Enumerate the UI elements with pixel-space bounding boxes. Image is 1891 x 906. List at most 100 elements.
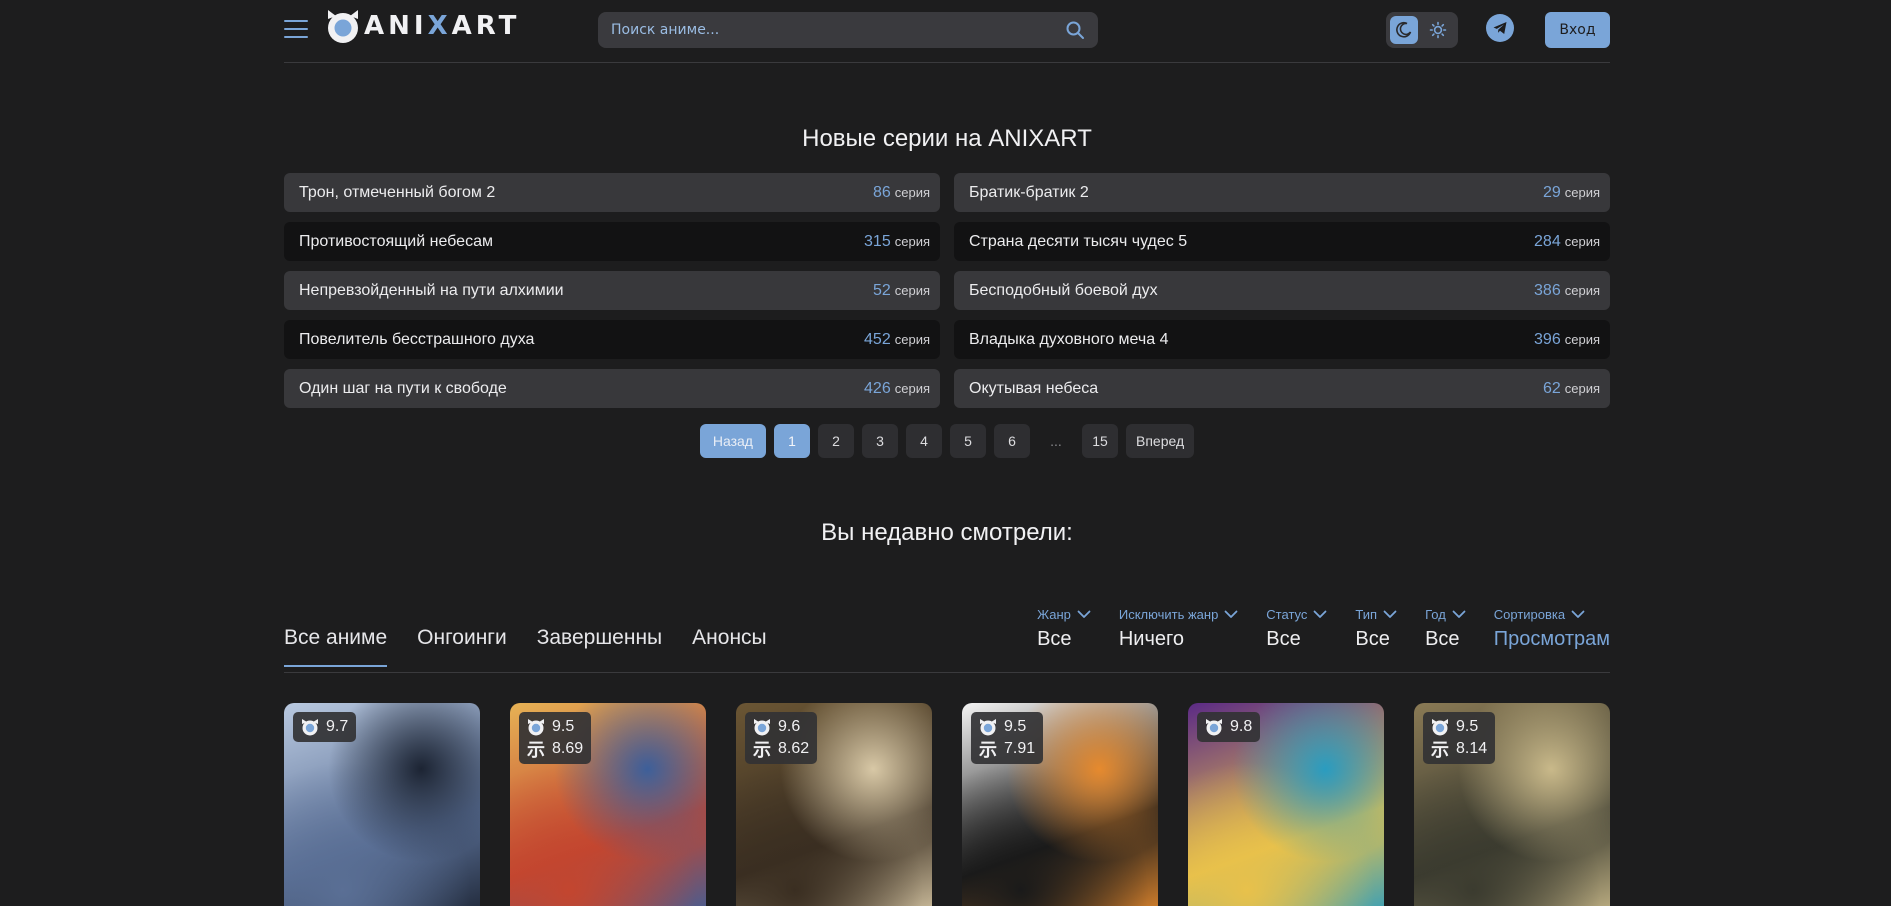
rating-badge: 9.6 示 8.62 — [745, 712, 818, 764]
theme-toggle — [1386, 12, 1458, 48]
shikimori-icon: 示 — [527, 740, 545, 761]
anixart-rating-icon — [980, 719, 996, 736]
anixart-rating-icon — [1206, 719, 1222, 736]
anime-card[interactable]: 9.5 示 8.14 — [1414, 703, 1610, 906]
episode-count: 426 серия — [864, 380, 930, 398]
login-button[interactable]: Вход — [1545, 12, 1610, 48]
pagination: Назад 1 2 3 4 5 6... 15 Вперед — [284, 424, 1610, 458]
anixart-rating: 9.8 — [1204, 716, 1252, 738]
pagination-page-5[interactable]: 5 — [949, 424, 986, 458]
anixart-rating: 9.5 — [526, 716, 583, 738]
series-item[interactable]: Один шаг на пути к свободе 426 серия — [284, 369, 940, 408]
telegram-icon[interactable] — [1486, 14, 1514, 42]
page-container: ANIXART Поиск аниме... Вход Новые серии … — [284, 0, 1610, 906]
filter-dropdown[interactable]: Жанр Все — [1037, 607, 1091, 651]
series-item[interactable]: Владыка духовного меча 4 396 серия — [954, 320, 1610, 359]
pagination-page-1[interactable]: 1 — [773, 424, 810, 458]
filter-dropdown[interactable]: Сортировка Просмотрам — [1494, 607, 1610, 651]
recently-watched-title: Вы недавно смотрели: — [821, 519, 1073, 546]
series-item[interactable]: Бесподобный боевой дух 386 серия — [954, 271, 1610, 310]
episode-label: серия — [894, 282, 930, 298]
anixart-rating: 9.5 — [978, 716, 1035, 738]
anixart-rating-icon — [1432, 719, 1448, 736]
new-series-title: Новые серии на ANIXART — [802, 125, 1092, 152]
filter-dropdown[interactable]: Исключить жанр Ничего — [1119, 607, 1238, 651]
pagination-ellipsis: ... — [1050, 433, 1062, 449]
series-title: Трон, отмеченный богом 2 — [299, 183, 496, 201]
shikimori-icon: 示 — [979, 740, 997, 761]
episode-label: серия — [894, 331, 930, 347]
filter-label-text: Сортировка — [1493, 607, 1566, 622]
pagination-page-2[interactable]: 2 — [817, 424, 854, 458]
series-item[interactable]: Непревзойденный на пути алхимии 52 серия — [284, 271, 940, 310]
anime-card[interactable]: 9.6 示 8.62 — [736, 703, 932, 906]
series-item[interactable]: Окутывая небеса 62 серия — [954, 369, 1610, 408]
anime-card[interactable]: 9.5 示 7.91 — [962, 703, 1158, 906]
pagination-page-6[interactable]: 6 — [993, 424, 1030, 458]
anixart-rating-value: 9.8 — [1230, 718, 1253, 735]
anixart-rating-value: 9.5 — [1004, 718, 1027, 735]
rating-badge: 9.5 示 8.69 — [519, 712, 592, 764]
chevron-down-icon — [1452, 610, 1466, 618]
filter-dropdown[interactable]: Статус Все — [1266, 607, 1327, 651]
filter-label: Статус — [1266, 607, 1327, 622]
series-item[interactable]: Повелитель бесстрашного духа 452 серия — [284, 320, 940, 359]
series-title: Окутывая небеса — [969, 379, 1099, 397]
filter-label: Исключить жанр — [1119, 607, 1238, 622]
series-title: Владыка духовного меча 4 — [969, 330, 1169, 348]
shikimori-rating: 示 8.69 — [526, 738, 584, 761]
shikimori-rating-value: 8.69 — [552, 740, 584, 757]
episode-number: 284 — [1534, 232, 1561, 250]
filter-value: Просмотрам — [1493, 628, 1610, 650]
tab-2[interactable]: Завершенны — [537, 626, 662, 667]
episode-number: 315 — [864, 232, 891, 250]
anime-card-list: 9.7 9.5 示 8.69 9.6 示 8.62 9.5 示 7.91 9.8 9.5 示 8.14 — [284, 703, 1610, 906]
rating-badge: 9.5 示 7.91 — [971, 712, 1044, 764]
anixart-rating-icon — [754, 719, 770, 736]
tab-1[interactable]: Онгоинги — [417, 626, 507, 667]
tabs-divider — [284, 672, 1610, 673]
shikimori-rating: 示 7.91 — [978, 738, 1035, 761]
filter-label-text: Исключить жанр — [1118, 607, 1219, 622]
pagination-next-button[interactable]: Вперед — [1125, 424, 1195, 458]
series-item[interactable]: Трон, отмеченный богом 2 86 серия — [284, 173, 940, 212]
episode-label: серия — [1564, 380, 1600, 396]
series-title: Противостоящий небесам — [299, 232, 493, 250]
anixart-rating-value: 9.5 — [552, 718, 575, 735]
moon-icon[interactable] — [1390, 16, 1418, 44]
pagination-page-4[interactable]: 4 — [905, 424, 942, 458]
anime-card[interactable]: 9.5 示 8.69 — [510, 703, 706, 906]
filter-value: Все — [1037, 628, 1072, 650]
anime-card[interactable]: 9.8 — [1188, 703, 1384, 906]
header: ANIXART Поиск аниме... Вход — [284, 0, 1610, 63]
shikimori-rating-value: 8.62 — [778, 740, 810, 757]
anixart-rating-icon — [302, 719, 318, 736]
chevron-down-icon — [1314, 610, 1327, 618]
episode-label: серия — [894, 184, 930, 200]
episode-number: 452 — [864, 330, 891, 348]
episode-count: 52 серия — [873, 282, 930, 300]
pagination-page-3[interactable]: 3 — [861, 424, 898, 458]
anixart-rating-icon — [528, 719, 544, 736]
menu-icon[interactable] — [284, 19, 308, 39]
series-item[interactable]: Братик-братик 2 29 серия — [954, 173, 1610, 212]
episode-count: 62 серия — [1543, 380, 1600, 398]
filter-dropdown[interactable]: Тип Все — [1355, 607, 1397, 651]
tab-3[interactable]: Анонсы — [692, 626, 766, 667]
new-series-list: Трон, отмеченный богом 2 86 серия Братик-бр… — [284, 173, 1610, 408]
tab-0[interactable]: Все аниме — [284, 626, 388, 667]
logo[interactable]: ANIXART — [324, 6, 520, 46]
filter-dropdown[interactable]: Год Все — [1425, 607, 1466, 651]
search-icon[interactable] — [1065, 20, 1085, 40]
shikimori-icon: 示 — [1431, 740, 1449, 761]
rating-badge: 9.7 — [293, 712, 357, 742]
anime-card[interactable]: 9.7 — [284, 703, 480, 906]
series-item[interactable]: Противостоящий небесам 315 серия — [284, 222, 940, 261]
search-input[interactable] — [598, 12, 1098, 48]
filter-label: Тип — [1355, 607, 1397, 622]
pagination-back-button[interactable]: Назад — [699, 424, 766, 458]
sun-icon[interactable] — [1424, 16, 1452, 44]
search-bar — [598, 12, 1098, 48]
series-item[interactable]: Страна десяти тысяч чудес 5 284 серия — [954, 222, 1610, 261]
pagination-page-15[interactable]: 15 — [1081, 424, 1118, 458]
